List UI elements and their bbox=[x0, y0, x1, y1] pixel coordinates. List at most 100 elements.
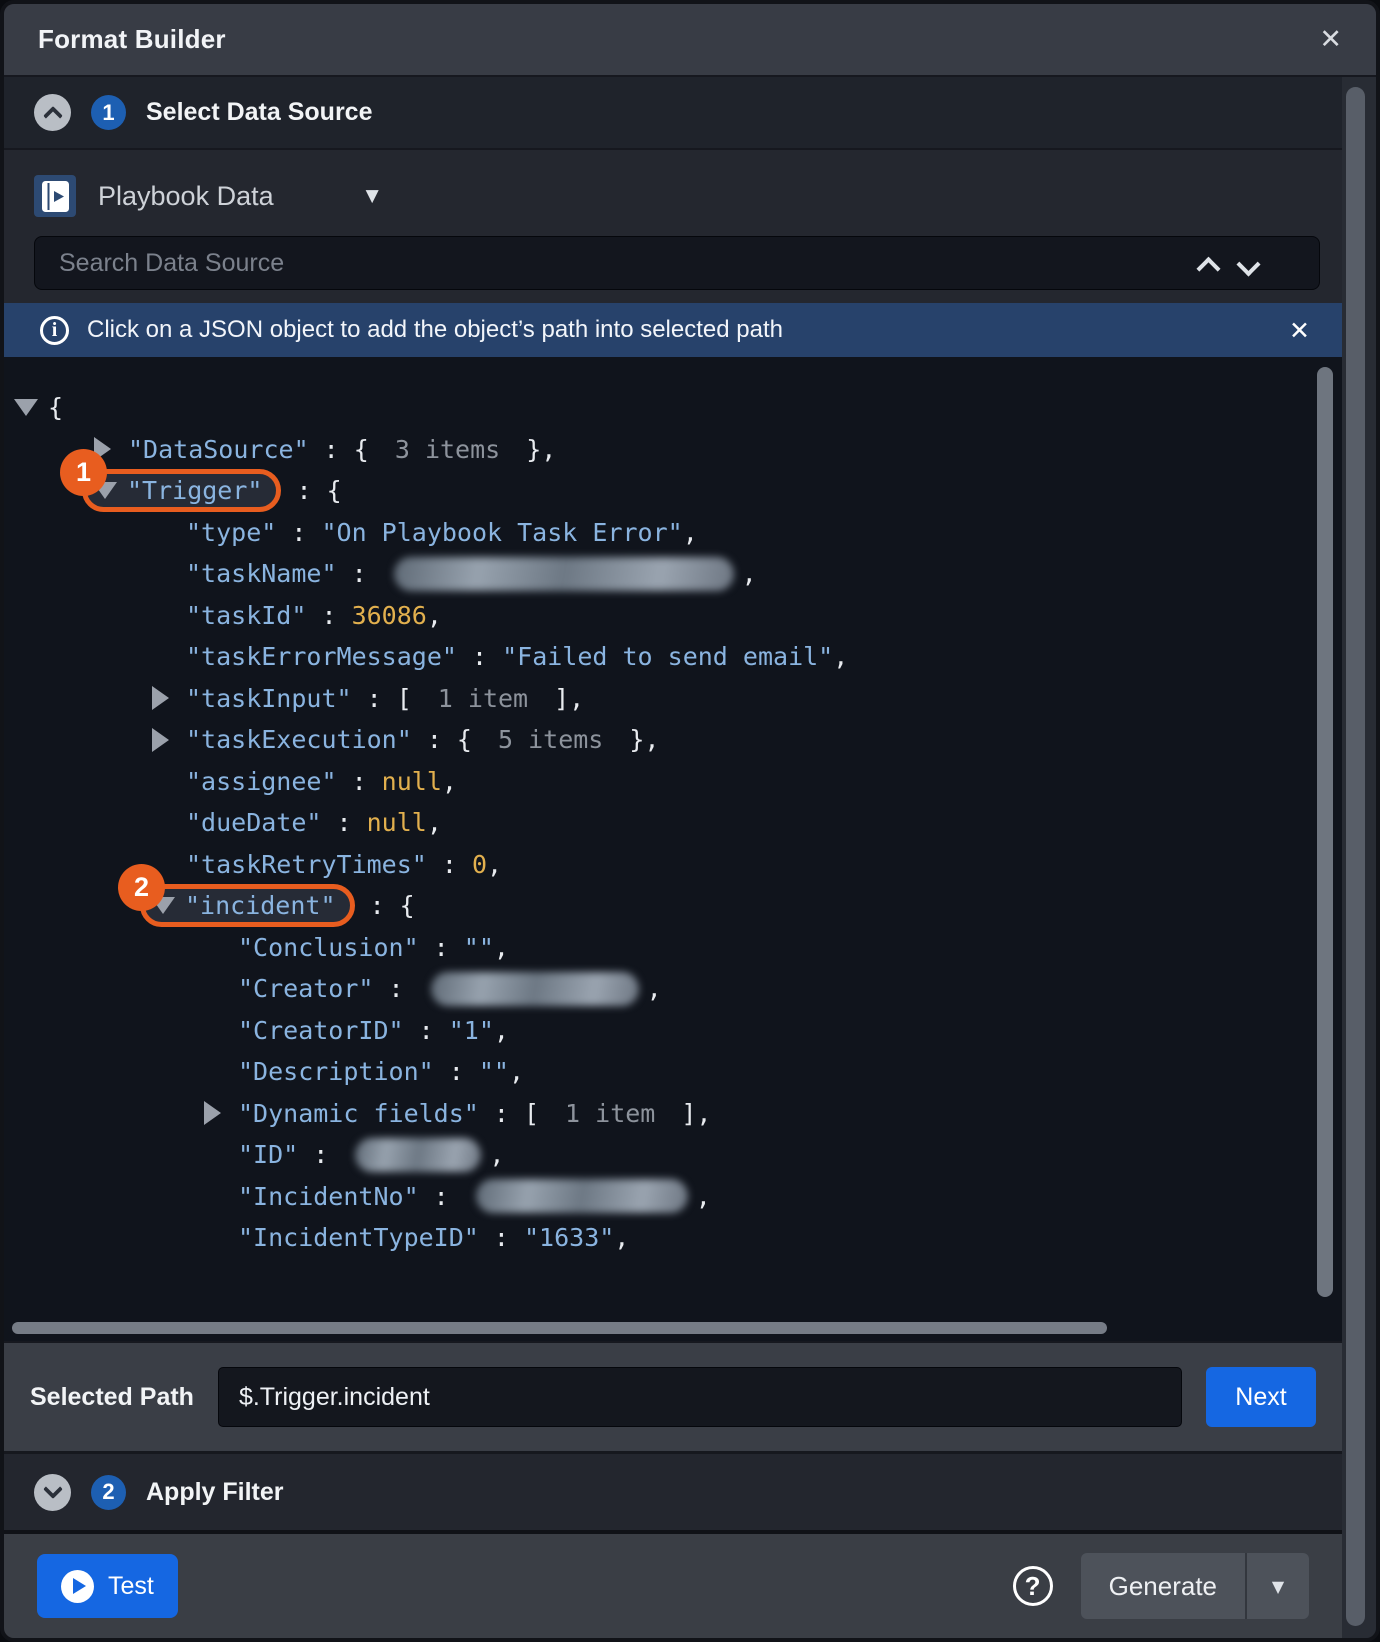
test-button-label: Test bbox=[108, 1572, 154, 1601]
json-token: , bbox=[696, 1182, 711, 1211]
json-token: , bbox=[427, 601, 442, 630]
json-token: ], bbox=[554, 684, 584, 713]
json-token: : bbox=[321, 808, 366, 837]
selected-path-label: Selected Path bbox=[30, 1383, 194, 1412]
tree-line: "taskRetryTimes" : 0, bbox=[4, 844, 1342, 886]
chevron-down-icon bbox=[43, 1479, 63, 1499]
tree-line: "taskErrorMessage" : "Failed to send ema… bbox=[4, 636, 1342, 678]
tree-line: "taskExecution" : {5 items}, bbox=[4, 719, 1342, 761]
json-token: , bbox=[489, 1140, 504, 1169]
json-key[interactable]: "IncidentNo" bbox=[238, 1182, 419, 1211]
json-token: 1 item bbox=[565, 1099, 655, 1128]
outer-scrollbar-thumb[interactable] bbox=[1346, 87, 1365, 1626]
highlighted-json-key[interactable]: 2"incident" bbox=[140, 884, 355, 927]
next-button[interactable]: Next bbox=[1206, 1367, 1316, 1427]
tree-line: "Conclusion" : "", bbox=[4, 927, 1342, 969]
json-key[interactable]: "Dynamic fields" bbox=[238, 1099, 479, 1128]
json-token: : bbox=[479, 1223, 524, 1252]
collapse-section-icon[interactable] bbox=[34, 94, 71, 131]
json-token: : [ bbox=[352, 684, 412, 713]
json-token: , bbox=[442, 767, 457, 796]
json-key[interactable]: "taskRetryTimes" bbox=[186, 850, 427, 879]
banner-close-icon[interactable]: ✕ bbox=[1289, 316, 1310, 345]
callout-badge: 1 bbox=[60, 449, 107, 496]
json-token: "1" bbox=[449, 1016, 494, 1045]
expand-node-icon[interactable] bbox=[204, 1101, 238, 1125]
caret-down-icon: ▼ bbox=[1272, 1577, 1284, 1596]
json-token: "1633" bbox=[524, 1223, 614, 1252]
json-key[interactable]: "assignee" bbox=[186, 767, 337, 796]
json-token: : bbox=[276, 518, 321, 547]
json-key[interactable]: "Trigger" bbox=[127, 476, 262, 505]
json-token: : bbox=[457, 642, 502, 671]
highlighted-json-key[interactable]: 1"Trigger" bbox=[82, 469, 281, 512]
tree-line: "Creator" : , bbox=[4, 968, 1342, 1010]
section-title: Apply Filter bbox=[146, 1478, 284, 1507]
title-bar: Format Builder ✕ bbox=[4, 4, 1376, 77]
json-key[interactable]: "DataSource" bbox=[128, 435, 309, 464]
json-token: : [ bbox=[479, 1099, 539, 1128]
json-token: 5 items bbox=[498, 725, 603, 754]
json-token: , bbox=[683, 518, 698, 547]
json-token: : { bbox=[309, 435, 369, 464]
help-icon[interactable]: ? bbox=[1013, 1566, 1053, 1606]
json-token: }, bbox=[526, 435, 556, 464]
json-key[interactable]: "CreatorID" bbox=[238, 1016, 404, 1045]
search-input[interactable] bbox=[34, 236, 1320, 290]
json-key[interactable]: "Conclusion" bbox=[238, 933, 419, 962]
json-token: "Failed to send email" bbox=[502, 642, 833, 671]
close-icon[interactable]: ✕ bbox=[1319, 26, 1342, 53]
json-token: : bbox=[298, 1140, 343, 1169]
json-key[interactable]: "taskId" bbox=[186, 601, 306, 630]
tree-line: "taskName" : , bbox=[4, 553, 1342, 595]
expand-section-icon[interactable] bbox=[34, 1474, 71, 1511]
json-key[interactable]: "Description" bbox=[238, 1057, 434, 1086]
json-token: , bbox=[427, 808, 442, 837]
tree-line: "ID" : , bbox=[4, 1134, 1342, 1176]
json-key[interactable]: "Creator" bbox=[238, 974, 373, 1003]
tree-line: "assignee" : null, bbox=[4, 761, 1342, 803]
json-token: , bbox=[494, 1016, 509, 1045]
json-token: { bbox=[48, 393, 63, 422]
json-key[interactable]: "taskExecution" bbox=[186, 725, 412, 754]
horizontal-scrollbar[interactable] bbox=[12, 1322, 1107, 1334]
json-key[interactable]: "type" bbox=[186, 518, 276, 547]
generate-button[interactable]: Generate bbox=[1081, 1553, 1245, 1619]
tree-line: "Description" : "", bbox=[4, 1051, 1342, 1093]
callout-badge: 2 bbox=[118, 864, 165, 911]
info-icon: i bbox=[40, 316, 69, 345]
footer-right-group: ? Generate ▼ bbox=[1013, 1553, 1309, 1619]
json-key[interactable]: "taskErrorMessage" bbox=[186, 642, 457, 671]
collapse-node-icon[interactable] bbox=[14, 399, 48, 416]
json-token: : bbox=[373, 974, 418, 1003]
json-vertical-scrollbar[interactable] bbox=[1317, 367, 1333, 1297]
json-key[interactable]: "dueDate" bbox=[186, 808, 321, 837]
test-button[interactable]: Test bbox=[37, 1554, 178, 1618]
json-token: ], bbox=[681, 1099, 711, 1128]
selected-path-input[interactable] bbox=[218, 1367, 1182, 1427]
redacted-value bbox=[394, 557, 734, 591]
json-tree: {"DataSource" : {3 items},1"Trigger" : {… bbox=[4, 387, 1342, 1259]
tree-line: { bbox=[4, 387, 1342, 429]
json-key[interactable]: "incident" bbox=[185, 891, 336, 920]
tree-line: "Dynamic fields" : [ 1 item], bbox=[4, 1093, 1342, 1135]
json-token: : { bbox=[355, 891, 415, 920]
json-token: "" bbox=[464, 933, 494, 962]
banner-text: Click on a JSON object to add the object… bbox=[87, 316, 783, 344]
json-token: 1 item bbox=[438, 684, 528, 713]
generate-dropdown-toggle[interactable]: ▼ bbox=[1247, 1553, 1309, 1619]
json-token: : bbox=[434, 1057, 479, 1086]
json-token: : bbox=[427, 850, 472, 879]
json-token: 36086 bbox=[352, 601, 427, 630]
tree-line: "CreatorID" : "1", bbox=[4, 1010, 1342, 1052]
json-key[interactable]: "taskInput" bbox=[186, 684, 352, 713]
expand-node-icon[interactable] bbox=[152, 686, 186, 710]
json-key[interactable]: "IncidentTypeID" bbox=[238, 1223, 479, 1252]
data-source-selected-value: Playbook Data bbox=[98, 181, 274, 212]
json-key[interactable]: "ID" bbox=[238, 1140, 298, 1169]
json-key[interactable]: "taskName" bbox=[186, 559, 337, 588]
section-title: Select Data Source bbox=[146, 98, 373, 127]
dialog-body: 1 Select Data Source Playbook Data ▼ bbox=[4, 77, 1376, 1638]
data-source-dropdown[interactable]: Playbook Data ▼ bbox=[34, 168, 454, 224]
expand-node-icon[interactable] bbox=[152, 728, 186, 752]
